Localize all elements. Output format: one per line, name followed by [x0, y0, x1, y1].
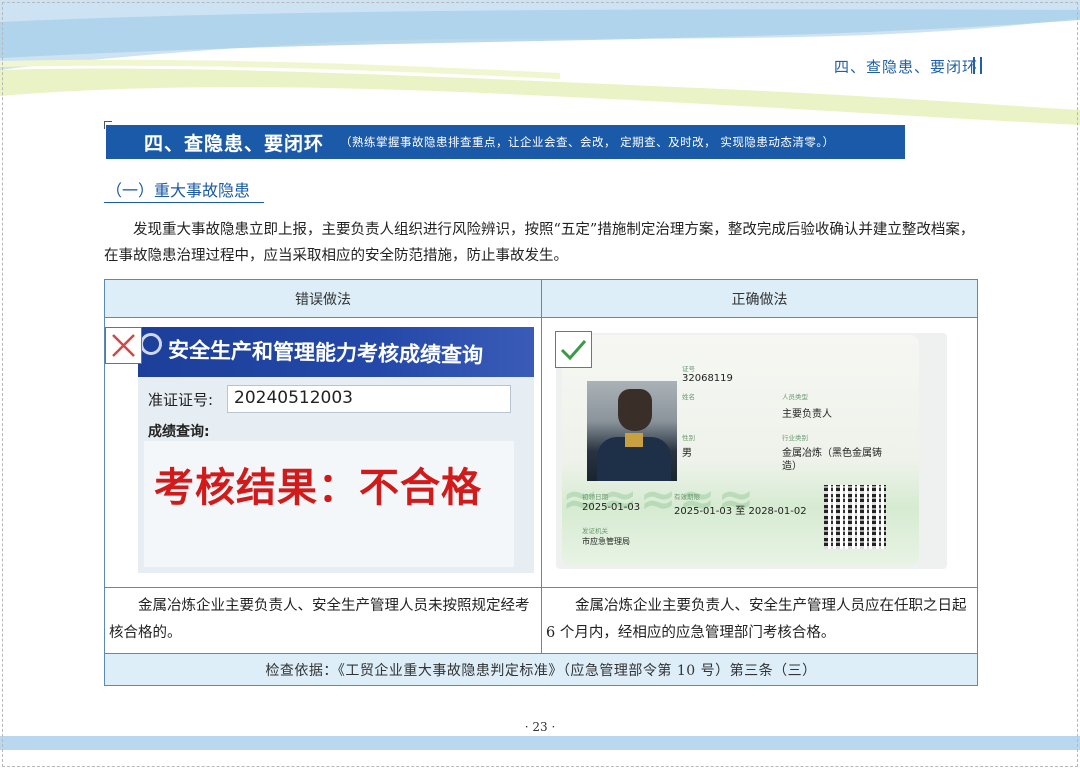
check-mark-icon [555, 331, 592, 368]
field-type-value: 主要负责人 [782, 409, 832, 420]
holder-photo [587, 381, 677, 481]
field-valid-value: 2025-01-03 至 2028-01-02 [674, 506, 807, 517]
photo-result-text: 考核结果：不合格 [154, 465, 482, 511]
field-issue-label: 初领日期 [582, 493, 608, 501]
table-header-right: 正确做法 [542, 280, 977, 317]
chapter-title: 四、查隐患、要闭环 [144, 132, 325, 155]
document-page: 四、查隐患、要闭环 四、查隐患、要闭环 （熟练掌握事故隐患排查重点，让企业会查、… [0, 0, 1080, 769]
crop-mark-icon [104, 121, 112, 129]
holder-collar [625, 433, 643, 447]
photo-title-bar: 安全生产和管理能力考核成绩查询 [138, 327, 534, 377]
right-practice-photo: ≈≈≈≈≈ 证号 32068119 姓名 人员类型 主要负责人 性别 男 行业类… [556, 333, 947, 569]
field-authority-value: 市应急管理局 [582, 537, 630, 546]
field-authority-label: 发证机关 [582, 527, 608, 535]
field-issue-value: 2025-01-03 [582, 502, 641, 513]
field-id-value: 32068119 [682, 373, 733, 384]
field-valid-label: 有效期限 [674, 493, 700, 501]
table-rule [105, 317, 977, 318]
photo-query-label: 成绩查询: [148, 424, 210, 440]
field-industry-label: 行业类别 [782, 434, 808, 442]
field-type-label: 人员类型 [782, 393, 808, 401]
right-practice-description: 金属冶炼企业主要负责人、安全生产管理人员应在任职之日起 6 个月内，经相应的应急… [546, 598, 967, 641]
field-sex-label: 性别 [682, 434, 695, 442]
running-header-title: 四、查隐患、要闭环 [833, 58, 978, 76]
chapter-title-banner: 四、查隐患、要闭环 （熟练掌握事故隐患排查重点，让企业会查、会改， 定期查、及时… [104, 121, 905, 159]
wrong-practice-photo: 安全生产和管理能力考核成绩查询 准证证号: 20240512003 成绩查询: … [138, 327, 534, 573]
table-header-wrong: 错误做法 [105, 280, 541, 317]
certificate-card: ≈≈≈≈≈ 证号 32068119 姓名 人员类型 主要负责人 性别 男 行业类… [562, 335, 919, 565]
footer-band [0, 736, 1080, 750]
section-title: （一）重大事故隐患 [106, 181, 251, 200]
qr-code-overlay [824, 485, 886, 549]
field-id-label: 证号 [682, 365, 695, 373]
section-underline [104, 202, 264, 203]
emblem-icon [140, 333, 162, 355]
holder-face-blurred [618, 389, 652, 431]
photo-id-label: 准证证号: [148, 391, 214, 409]
wrong-practice-description: 金属冶炼企业主要负责人、安全生产管理人员未按照规定经考核合格的。 [109, 598, 530, 641]
field-industry-value-cont: 造） [782, 461, 802, 472]
page-number: · 23 · [524, 720, 556, 734]
body-paragraph: 发现重大事故隐患立即上报，主要负责人组织进行风险辨识，按照“五定”措施制定治理方… [104, 222, 975, 264]
inspection-basis: 检查依据：《工贸企业重大事故隐患判定标准》（应急管理部令第 10 号）第三条（三… [105, 654, 977, 685]
photo-id-value: 20240512003 [227, 385, 511, 413]
comparison-table: 错误做法 正确做法 安全生产和管理能力考核成绩查询 准证证号: 20240512… [104, 279, 978, 686]
field-sex-value: 男 [682, 448, 692, 459]
double-bar-icon [973, 57, 982, 74]
field-name-label: 姓名 [682, 393, 695, 401]
photo-screen-title: 安全生产和管理能力考核成绩查询 [167, 338, 484, 368]
cross-mark-icon [105, 327, 142, 364]
chapter-subtitle: （熟练掌握事故隐患排查重点，让企业会查、会改， 定期查、及时改， 实现隐患动态清… [340, 135, 835, 149]
